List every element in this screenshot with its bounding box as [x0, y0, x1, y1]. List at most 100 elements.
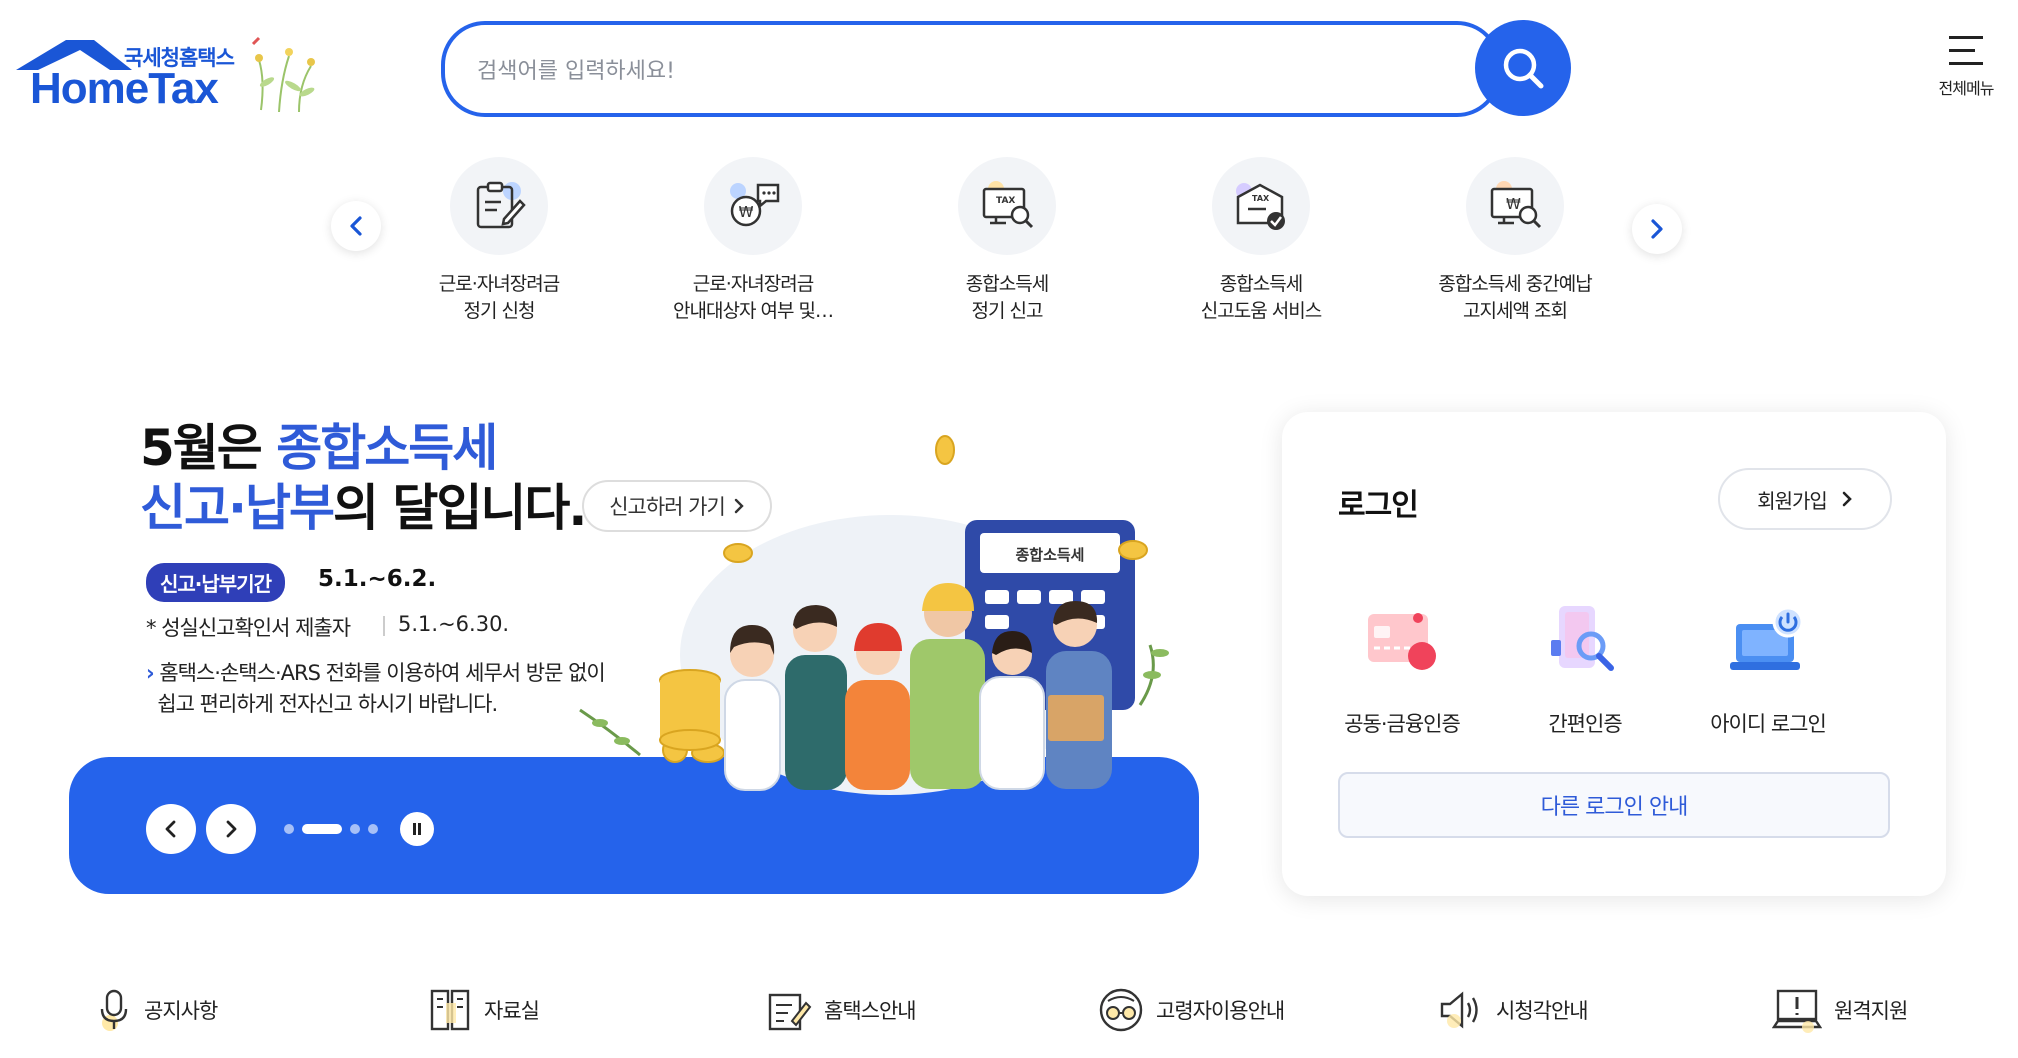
id-login-label: 아이디 로그인: [1710, 712, 1827, 736]
archive-cabinet-icon: [430, 989, 470, 1031]
sincere-filer-label: * 성실신고확인서 제출자: [146, 616, 351, 640]
login-panel: 로그인 회원가입 공동·금융인증 간편인증 아이디 로그인 다른 로그인 안내: [1282, 412, 1946, 896]
chevron-right-icon: [734, 498, 744, 514]
slide-dot[interactable]: [368, 824, 378, 834]
money-chat-icon: ₩: [704, 157, 802, 255]
search-input[interactable]: [477, 51, 1377, 91]
quick-service-item[interactable]: ₩ 근로·자녀장려금안내대상자 여부 및…: [638, 157, 868, 325]
quick-next-button[interactable]: [1632, 204, 1682, 254]
sincere-filer-period: 5.1.~6.30.: [398, 612, 510, 636]
search-button[interactable]: [1475, 20, 1571, 116]
banner-next-button[interactable]: [206, 804, 256, 854]
banner-desc-line1: 홈택스·손택스·ARS 전화를 이용하여 세무서 방문 없이: [159, 661, 605, 685]
period-badge: 신고·납부기간: [146, 563, 285, 602]
banner-description: › 홈택스·손택스·ARS 전화를 이용하여 세무서 방문 없이 쉽고 편리하게…: [146, 661, 606, 716]
archive-label: 자료실: [484, 999, 540, 1023]
svg-text:TAX: TAX: [996, 196, 1015, 206]
hometax-guide-link[interactable]: 홈택스안내: [766, 982, 917, 1038]
banner-pause-button[interactable]: [400, 812, 434, 846]
calculator-label: 종합소득세: [1015, 546, 1084, 564]
guide-note-icon: [768, 993, 812, 1031]
signup-label: 회원가입: [1757, 488, 1828, 513]
simple-auth-option[interactable]: 간편인증: [1505, 592, 1665, 738]
quick-service-label-2: 안내대상자 여부 및…: [673, 300, 834, 322]
tax-document-check-icon: TAX: [1212, 157, 1310, 255]
search-box: [441, 21, 1501, 117]
all-menu-button[interactable]: 전체메뉴: [1928, 36, 2004, 99]
quick-service-item[interactable]: TAX 종합소득세신고도움 서비스: [1146, 157, 1376, 325]
id-login-option[interactable]: 아이디 로그인: [1688, 592, 1848, 738]
logo-english-text: HomeTax: [30, 64, 219, 113]
quick-service-label-2: 고지세액 조회: [1463, 300, 1568, 322]
chevron-right-icon: [226, 820, 237, 838]
senior-guide-link[interactable]: 고령자이용안내: [1098, 982, 1285, 1038]
banner-prev-button[interactable]: [146, 804, 196, 854]
quick-service-label-2: 정기 신청: [463, 300, 536, 322]
tax-monitor-search-icon: TAX: [958, 157, 1056, 255]
quick-service-label-2: 정기 신고: [971, 300, 1044, 322]
divider: [383, 616, 385, 636]
quick-prev-button[interactable]: [331, 201, 381, 251]
clipboard-pen-icon: [450, 157, 548, 255]
quick-service-label-1: 종합소득세 중간예납: [1438, 273, 1592, 295]
banner-title-part1: 5월은: [140, 419, 277, 477]
chevron-left-icon: [165, 820, 176, 838]
microphone-icon: [100, 989, 128, 1031]
remote-support-icon: [1772, 989, 1822, 1033]
quick-service-label-1: 근로·자녀장려금: [438, 273, 560, 295]
banner-title-highlight1: 종합소득세: [276, 419, 498, 477]
quick-service-label-1: 종합소득세: [1219, 273, 1303, 295]
banner-pagination: [284, 824, 378, 834]
audiovisual-guide-label: 시청각안내: [1496, 999, 1589, 1023]
banner-title-highlight2: 신고·납부: [140, 479, 335, 537]
quick-service-item[interactable]: TAX 종합소득세정기 신고: [892, 157, 1122, 325]
period-date: 5.1.~6.2.: [318, 566, 437, 592]
file-now-button[interactable]: 신고하러 가기: [582, 480, 772, 532]
certificate-login-option[interactable]: 공동·금융인증: [1322, 592, 1482, 738]
simple-auth-label: 간편인증: [1548, 712, 1622, 736]
svg-text:₩: ₩: [739, 203, 754, 221]
chevron-left-icon: [350, 216, 362, 236]
senior-glasses-icon: [1099, 988, 1143, 1032]
hamburger-icon: [1928, 36, 2004, 65]
quick-service-item[interactable]: 근로·자녀장려금정기 신청: [384, 157, 614, 325]
all-menu-label: 전체메뉴: [1938, 79, 1995, 98]
remote-support-link[interactable]: 원격지원: [1772, 982, 1908, 1038]
banner-desc-line2: 쉽고 편리하게 전자신고 하시기 바랍니다.: [157, 692, 498, 716]
slide-dot[interactable]: [284, 824, 294, 834]
chevron-right-icon: [1651, 219, 1663, 239]
svg-text:₩: ₩: [1506, 195, 1521, 213]
svg-text:TAX: TAX: [1252, 194, 1270, 203]
audiovisual-guide-link[interactable]: 시청각안내: [1438, 982, 1589, 1038]
sincere-filer-text: 성실신고확인서 제출자: [161, 616, 351, 640]
file-now-label: 신고하러 가기: [609, 495, 726, 519]
notice-link[interactable]: 공지사항: [96, 982, 218, 1038]
quick-service-label-2: 신고도움 서비스: [1200, 300, 1322, 322]
signup-button[interactable]: 회원가입: [1718, 468, 1892, 530]
archive-link[interactable]: 자료실: [428, 982, 540, 1038]
phone-search-icon: [1535, 592, 1635, 692]
certificate-card-icon: [1352, 592, 1452, 692]
chevron-right-icon: [1842, 491, 1852, 507]
remote-support-label: 원격지원: [1834, 999, 1908, 1023]
won-monitor-search-icon: ₩: [1466, 157, 1564, 255]
notice-label: 공지사항: [144, 999, 218, 1023]
search-icon: [1503, 48, 1544, 89]
banner-controls: [146, 804, 434, 854]
hometax-guide-label: 홈택스안내: [824, 999, 917, 1023]
quick-service-item[interactable]: ₩ 종합소득세 중간예납고지세액 조회: [1400, 157, 1630, 325]
speaker-icon: [1440, 991, 1478, 1029]
quick-service-label-1: 근로·자녀장려금: [692, 273, 814, 295]
senior-guide-label: 고령자이용안내: [1156, 999, 1285, 1023]
other-login-guide-button[interactable]: 다른 로그인 안내: [1338, 772, 1890, 838]
certificate-login-label: 공동·금융인증: [1344, 712, 1461, 736]
hometax-logo[interactable]: 국세청홈택스 HomeTax: [14, 30, 324, 120]
flower-decoration-icon: [251, 36, 315, 113]
banner-title-part2: 의 달입니다.: [333, 479, 587, 537]
pause-icon: [413, 823, 421, 835]
quick-service-label-1: 종합소득세: [965, 273, 1049, 295]
login-title: 로그인: [1338, 488, 1419, 523]
slide-dot[interactable]: [350, 824, 360, 834]
slide-dot-active[interactable]: [302, 824, 342, 834]
laptop-power-icon: [1718, 592, 1818, 692]
